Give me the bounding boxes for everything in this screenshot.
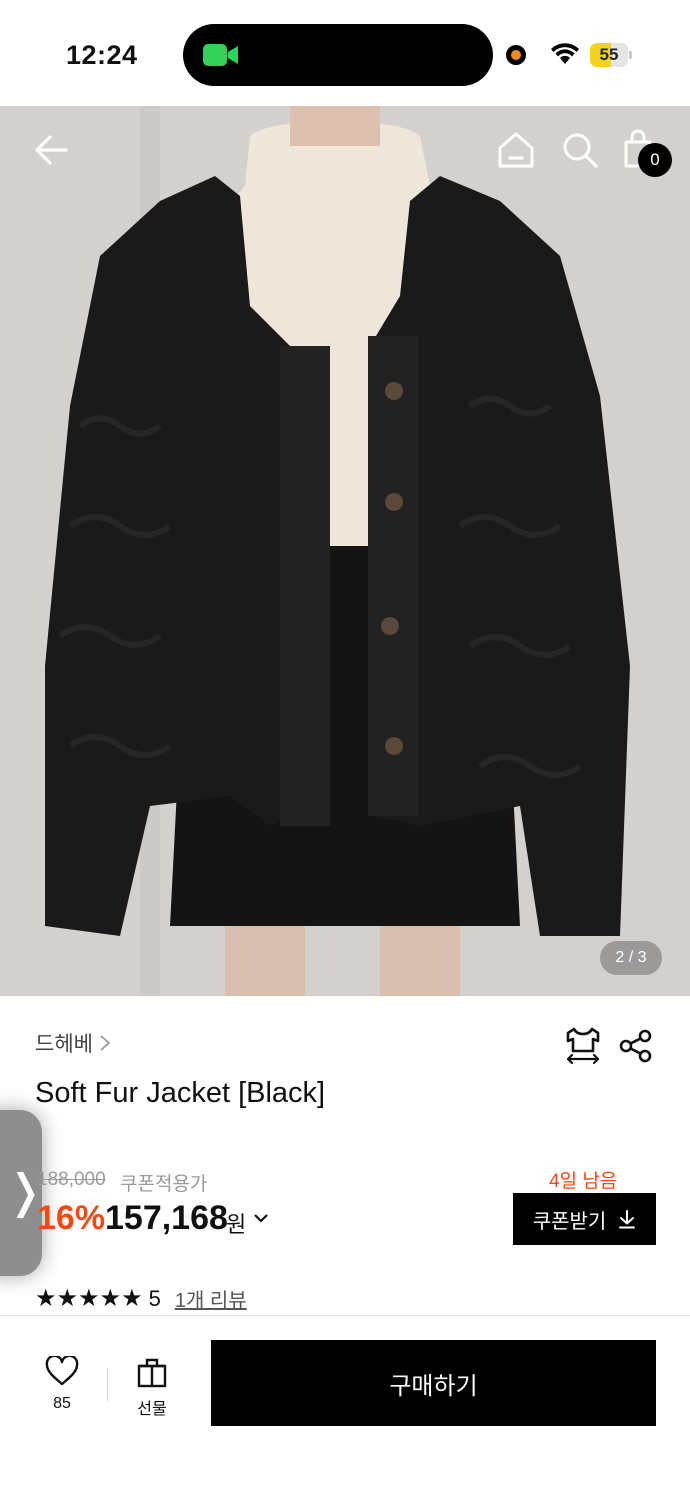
dynamic-island xyxy=(183,24,493,86)
buy-button-label: 구매하기 xyxy=(389,1372,478,1400)
size-guide-icon[interactable] xyxy=(564,1025,602,1065)
rating-value: 5 xyxy=(148,1285,161,1311)
product-photo xyxy=(0,106,690,996)
gift-icon xyxy=(137,1358,167,1388)
video-camera-icon xyxy=(203,44,238,66)
star-rating-icon: ★★★★★ xyxy=(35,1285,143,1312)
download-icon xyxy=(619,1210,636,1229)
recording-indicator-icon xyxy=(506,45,526,65)
review-link[interactable]: 1개 리뷰 xyxy=(175,1284,247,1313)
home-icon[interactable] xyxy=(492,126,540,174)
rating-row: ★★★★★ 5 1개 리뷰 xyxy=(35,1284,247,1313)
get-coupon-button[interactable]: 쿠폰받기 xyxy=(513,1193,656,1245)
share-icon[interactable] xyxy=(618,1028,654,1064)
product-image-carousel[interactable]: 0 2 / 3 xyxy=(0,106,690,996)
status-time: 12:24 xyxy=(66,40,138,70)
battery-indicator: 55 xyxy=(590,43,632,67)
heart-icon xyxy=(45,1354,79,1386)
divider xyxy=(107,1368,108,1402)
coupon-price-label: 쿠폰적용가 xyxy=(120,1174,208,1195)
product-title: Soft Fur Jacket [Black] xyxy=(35,1077,326,1109)
side-drawer-tab[interactable]: ❭ xyxy=(0,1110,45,1276)
gift-label: 선물 xyxy=(137,1401,167,1418)
bottom-action-bar: 85 선물 구매하기 xyxy=(0,1315,690,1500)
gift-button[interactable]: 선물 xyxy=(122,1356,182,1418)
chevron-right-icon xyxy=(100,1035,111,1051)
like-button[interactable]: 85 xyxy=(30,1354,94,1416)
final-price: 157,168 xyxy=(105,1199,228,1237)
image-pager: 2 / 3 xyxy=(600,941,662,975)
wifi-icon xyxy=(551,43,579,64)
discount-rate: 16% xyxy=(37,1199,106,1237)
brand-link[interactable]: 드헤베 xyxy=(35,1028,111,1058)
search-icon[interactable] xyxy=(556,126,604,174)
original-price: 188,000 xyxy=(37,1169,106,1190)
battery-level: 55 xyxy=(599,45,619,64)
brand-name: 드헤베 xyxy=(35,1033,93,1056)
cart-count-badge: 0 xyxy=(638,143,672,177)
currency-label: 원 xyxy=(226,1212,247,1237)
coupon-button-label: 쿠폰받기 xyxy=(532,1210,607,1233)
back-arrow-icon[interactable] xyxy=(28,126,76,174)
buy-now-button[interactable]: 구매하기 xyxy=(211,1340,656,1426)
like-count: 85 xyxy=(53,1395,71,1412)
chevron-down-icon[interactable] xyxy=(253,1212,269,1224)
status-bar: 12:24 55 xyxy=(0,0,690,106)
coupon-days-left: 4일 남음 xyxy=(549,1171,618,1192)
